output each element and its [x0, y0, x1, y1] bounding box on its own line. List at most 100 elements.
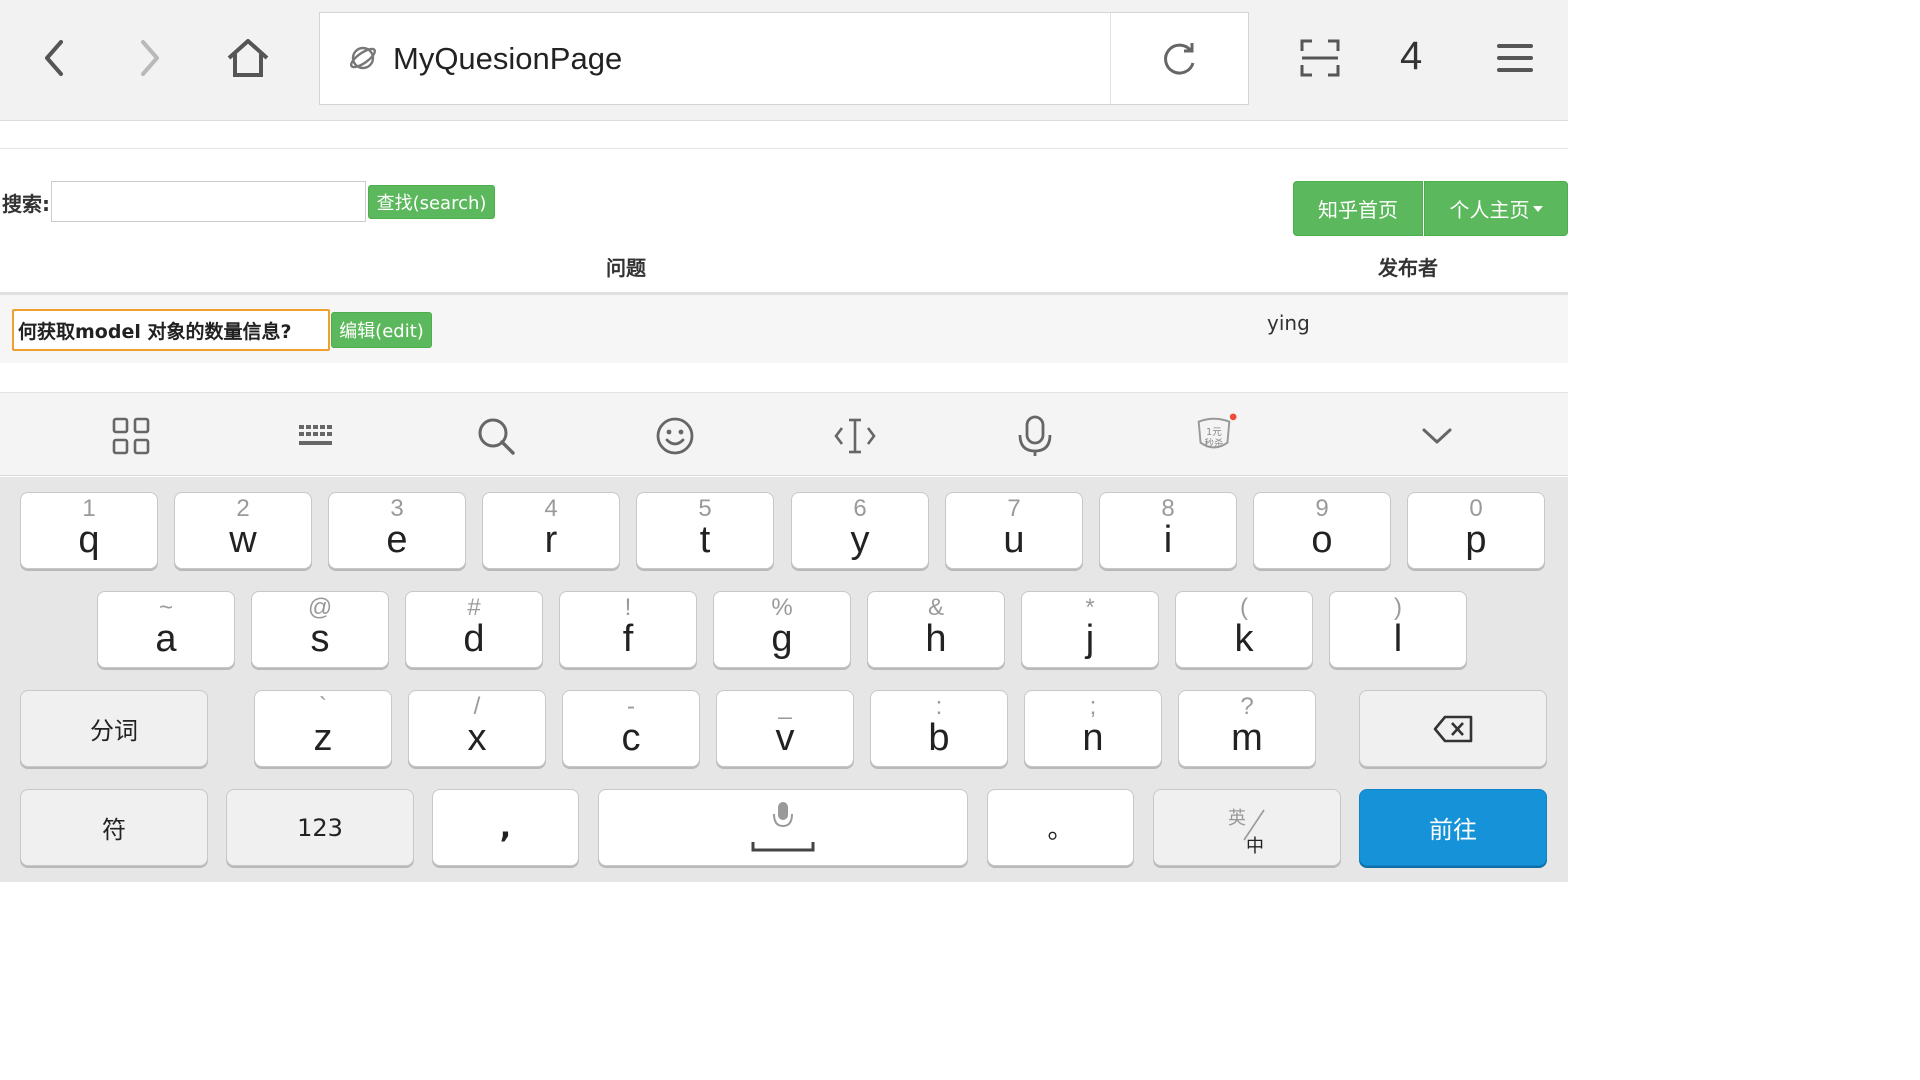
home-icon[interactable] — [220, 30, 276, 86]
divider — [0, 148, 1568, 149]
key-y[interactable]: 6y — [791, 492, 929, 569]
key-letter: i — [1163, 519, 1173, 561]
key-letter: x — [467, 717, 487, 759]
key-w[interactable]: 2w — [174, 492, 312, 569]
scan-icon[interactable] — [1292, 30, 1348, 86]
key-letter: n — [1082, 717, 1104, 759]
key-c[interactable]: -c — [562, 690, 700, 767]
promo-text-top: 1元 — [1206, 427, 1222, 438]
search-label: 搜索: — [2, 192, 50, 216]
backspace-key[interactable] — [1359, 690, 1547, 767]
search-input[interactable] — [51, 181, 366, 222]
key-n[interactable]: ; n — [1024, 690, 1162, 767]
key-letter: e — [386, 519, 408, 561]
space-key-icon — [599, 790, 967, 865]
key-letter: a — [155, 618, 177, 660]
address-separator — [1110, 13, 1111, 104]
key-letter: p — [1465, 519, 1487, 561]
key-letter: c — [621, 717, 641, 759]
numbers-key-label: 123 — [297, 813, 343, 842]
key-i[interactable]: 8i — [1099, 492, 1237, 569]
comma-key[interactable]: , — [432, 789, 579, 866]
key-p[interactable]: 0p — [1407, 492, 1545, 569]
key-letter: y — [850, 519, 870, 561]
language-switch-key[interactable]: 英 中 — [1153, 789, 1341, 866]
microphone-icon[interactable] — [1012, 413, 1058, 459]
collapse-icon[interactable] — [1414, 413, 1460, 459]
key-letter: t — [699, 519, 711, 561]
search-button[interactable]: 查找(search) — [368, 185, 495, 219]
key-letter: v — [775, 717, 795, 759]
key-letter: k — [1234, 618, 1254, 660]
segment-key-label: 分词 — [90, 717, 138, 745]
numbers-key[interactable]: 123 — [226, 789, 414, 866]
key-m[interactable]: ? m — [1178, 690, 1316, 767]
reload-icon[interactable] — [1160, 39, 1198, 83]
key-letter: j — [1085, 618, 1095, 660]
cursor-icon[interactable] — [832, 413, 878, 459]
slash-divider-icon — [1243, 809, 1265, 841]
promo-icon[interactable]: 1元 秒杀 — [1191, 413, 1237, 459]
web-page: 搜索: 查找(search) 知乎首页 个人主页 问题 发布者 何获取model… — [0, 122, 1568, 392]
key-u[interactable]: 7u — [945, 492, 1083, 569]
key-g[interactable]: % g — [713, 591, 851, 668]
column-header-publisher: 发布者 — [1378, 256, 1438, 280]
question-link[interactable]: 何获取model 对象的数量信息? — [12, 309, 330, 351]
address-bar[interactable]: MyQuesionPage — [319, 12, 1249, 105]
url-text[interactable]: MyQuesionPage — [393, 41, 622, 77]
table-row: 何获取model 对象的数量信息? 编辑(edit) ying — [0, 295, 1568, 363]
key-letter: o — [1311, 519, 1333, 561]
publisher-name: ying — [1267, 311, 1310, 335]
go-key-label: 前往 — [1429, 816, 1477, 844]
key-a[interactable]: ~ a — [97, 591, 235, 668]
key-letter: w — [229, 519, 257, 561]
search-icon[interactable] — [473, 413, 519, 459]
column-header-question: 问题 — [606, 256, 646, 280]
key-letter: z — [313, 717, 333, 759]
key-s[interactable]: @ s — [251, 591, 389, 668]
back-icon[interactable] — [26, 30, 82, 86]
key-v[interactable]: _ v — [716, 690, 854, 767]
key-r[interactable]: 4r — [482, 492, 620, 569]
go-key[interactable]: 前往 — [1359, 789, 1547, 866]
period-key-label: 。 — [1047, 815, 1074, 845]
key-e[interactable]: 3e — [328, 492, 466, 569]
space-key[interactable] — [598, 789, 968, 866]
key-x[interactable]: / x — [408, 690, 546, 767]
key-letter: q — [78, 519, 100, 561]
key-h[interactable]: & h — [867, 591, 1005, 668]
zhihu-home-button[interactable]: 知乎首页 — [1293, 181, 1423, 236]
personal-page-label: 个人主页 — [1449, 198, 1530, 222]
key-t[interactable]: 5t — [636, 492, 774, 569]
symbols-key[interactable]: 符 — [20, 789, 208, 866]
emoji-icon[interactable] — [652, 413, 698, 459]
key-letter: l — [1393, 618, 1403, 660]
tab-count[interactable]: 4 — [1400, 34, 1422, 79]
key-j[interactable]: * j — [1021, 591, 1159, 668]
segment-key[interactable]: 分词 — [20, 690, 208, 767]
backspace-icon — [1360, 691, 1546, 766]
key-letter: b — [928, 717, 950, 759]
personal-page-dropdown[interactable]: 个人主页 — [1424, 181, 1568, 236]
symbols-key-label: 符 — [102, 816, 126, 844]
edit-button[interactable]: 编辑(edit) — [331, 312, 432, 348]
forward-icon[interactable] — [122, 30, 178, 86]
keyboard-icon[interactable] — [293, 413, 339, 459]
promo-text-bottom: 秒杀 — [1204, 438, 1224, 450]
key-b[interactable]: :b — [870, 690, 1008, 767]
key-letter: u — [1003, 519, 1025, 561]
comma-key-label: , — [499, 810, 512, 845]
key-q[interactable]: 1q — [20, 492, 158, 569]
keyboard-toolbar: 1元 秒杀 — [0, 392, 1568, 476]
caret-down-icon — [1532, 205, 1543, 212]
menu-icon[interactable] — [1487, 30, 1543, 86]
key-z[interactable]: ` z — [254, 690, 392, 767]
key-f[interactable]: ! f — [559, 591, 697, 668]
period-key[interactable]: 。 — [987, 789, 1134, 866]
key-k[interactable]: (k — [1175, 591, 1313, 668]
key-o[interactable]: 9o — [1253, 492, 1391, 569]
key-d[interactable]: # d — [405, 591, 543, 668]
apps-icon[interactable] — [108, 413, 154, 459]
key-l[interactable]: ) l — [1329, 591, 1467, 668]
key-letter: m — [1231, 717, 1263, 759]
